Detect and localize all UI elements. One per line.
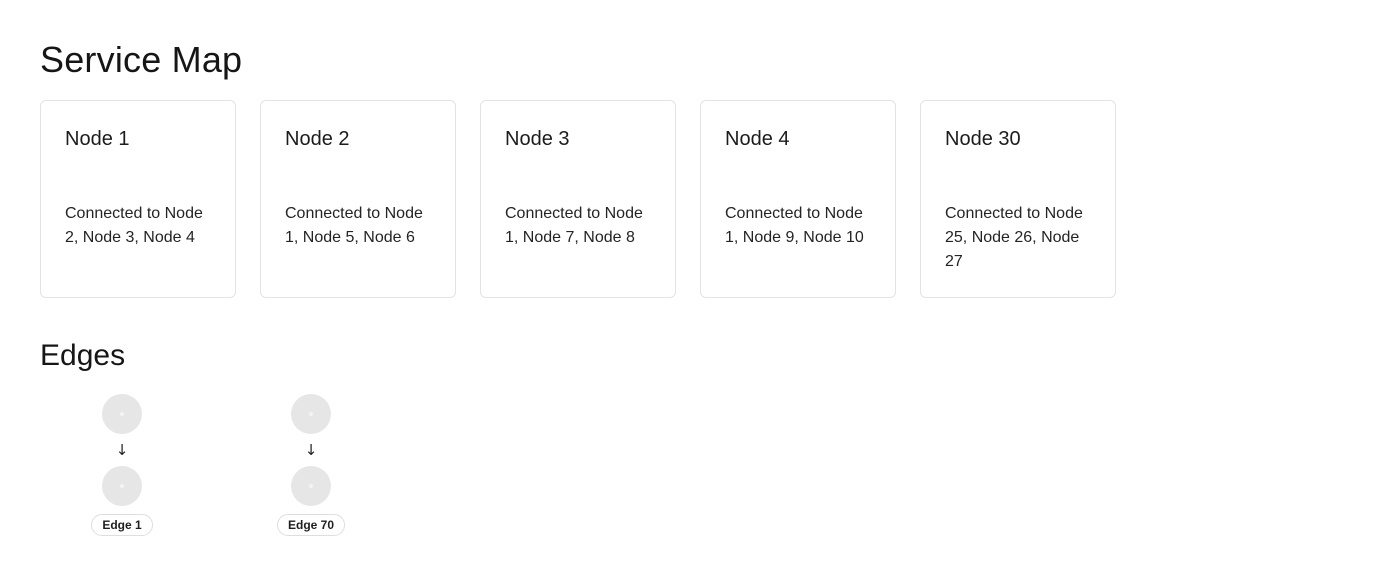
node-card[interactable]: Node 2 Connected to Node 1, Node 5, Node…	[260, 100, 456, 298]
edges-section-title: Edges	[40, 339, 126, 372]
edge-label-badge: Edge 70	[276, 514, 346, 536]
node-connections: Connected to Node 25, Node 26, Node 27	[945, 205, 1083, 270]
node-connections: Connected to Node 1, Node 7, Node 8	[505, 205, 643, 246]
edge-source-node-icon	[291, 394, 331, 434]
node-card[interactable]: Node 3 Connected to Node 1, Node 7, Node…	[480, 100, 676, 298]
node-title: Node 2	[285, 128, 350, 150]
node-title: Node 1	[65, 128, 130, 150]
arrow-down-icon: ↓	[115, 441, 129, 459]
service-map-page: Service Map Node 1 Connected to Node 2, …	[0, 0, 1376, 576]
node-title: Node 4	[725, 128, 790, 150]
page-title: Service Map	[40, 39, 243, 80]
node-connections: Connected to Node 1, Node 9, Node 10	[725, 205, 864, 246]
node-connections: Connected to Node 1, Node 5, Node 6	[285, 205, 423, 246]
node-grid: Node 1 Connected to Node 2, Node 3, Node…	[40, 100, 1116, 298]
node-connections: Connected to Node 2, Node 3, Node 4	[65, 205, 203, 246]
node-card[interactable]: Node 4 Connected to Node 1, Node 9, Node…	[700, 100, 896, 298]
edge-target-node-icon	[102, 466, 142, 506]
edge-source-node-icon	[102, 394, 142, 434]
node-card[interactable]: Node 1 Connected to Node 2, Node 3, Node…	[40, 100, 236, 298]
node-title: Node 3	[505, 128, 570, 150]
node-card[interactable]: Node 30 Connected to Node 25, Node 26, N…	[920, 100, 1116, 298]
edge-label-badge: Edge 1	[91, 514, 153, 536]
node-title: Node 30	[945, 128, 1021, 150]
arrow-down-icon: ↓	[304, 441, 318, 459]
edge-item[interactable]: ↓ Edge 70	[251, 394, 371, 536]
edge-target-node-icon	[291, 466, 331, 506]
edge-item[interactable]: ↓ Edge 1	[62, 394, 182, 536]
